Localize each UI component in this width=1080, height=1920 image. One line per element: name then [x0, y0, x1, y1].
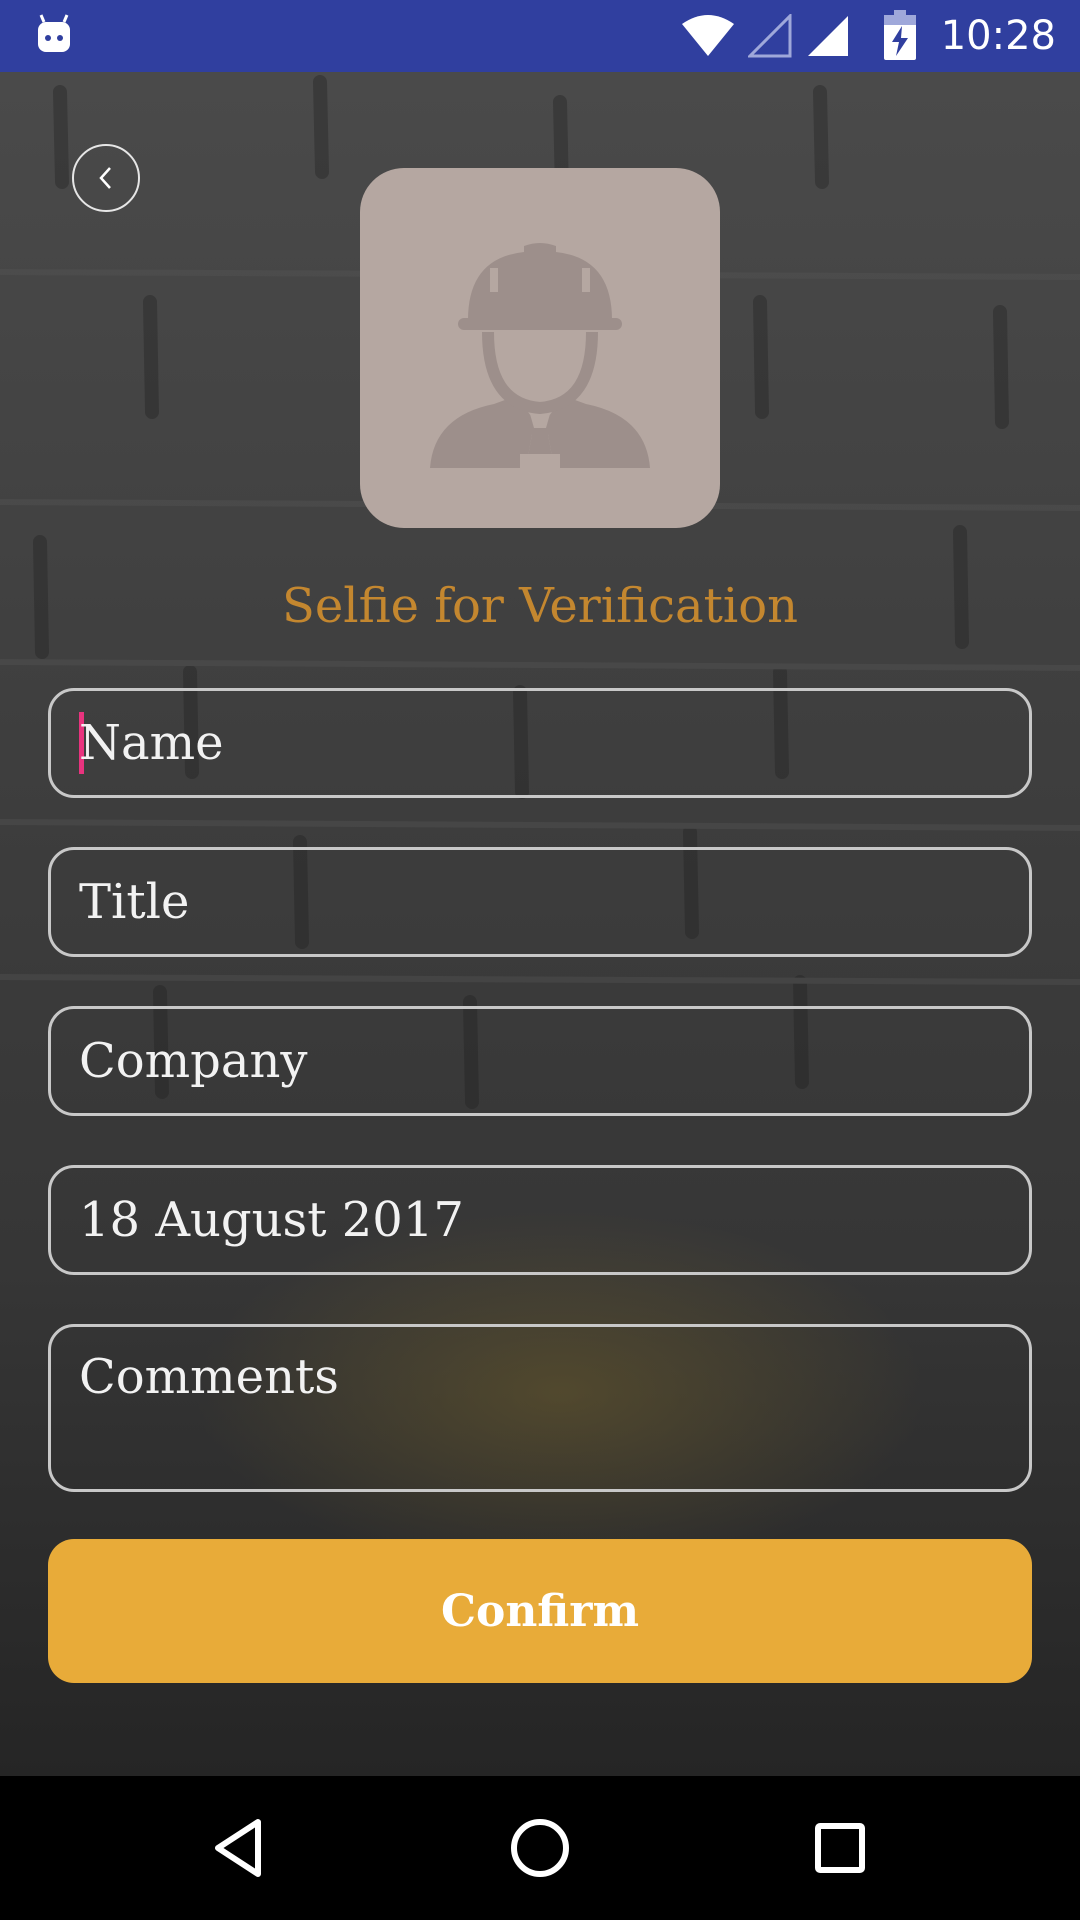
back-triangle-icon[interactable] — [204, 1812, 276, 1884]
title-placeholder: Title — [79, 874, 190, 930]
title-field[interactable]: Title — [48, 847, 1032, 957]
worker-helmet-icon — [430, 243, 650, 468]
confirm-button[interactable]: Confirm — [48, 1539, 1032, 1683]
signal-icon — [808, 16, 848, 56]
selfie-photo-placeholder[interactable] — [360, 168, 720, 528]
comments-field[interactable]: Comments — [48, 1324, 1032, 1492]
navigation-bar — [0, 1776, 1080, 1920]
comments-placeholder: Comments — [79, 1349, 339, 1405]
signal-empty-icon — [748, 14, 792, 58]
recents-square-icon[interactable] — [804, 1812, 876, 1884]
status-bar: 10:28 — [0, 0, 1080, 72]
status-time: 10:28 — [940, 13, 1056, 59]
main-content: Selfie for Verification Name Title Compa… — [0, 72, 1080, 1776]
back-button[interactable] — [72, 144, 140, 212]
android-debug-icon — [38, 14, 70, 52]
confirm-label: Confirm — [440, 1585, 640, 1637]
name-field[interactable]: Name — [48, 688, 1032, 798]
battery-charging-icon — [884, 10, 916, 60]
company-field[interactable]: Company — [48, 1006, 1032, 1116]
date-field[interactable]: 18 August 2017 — [48, 1165, 1032, 1275]
wifi-icon — [682, 15, 734, 56]
page-title: Selfie for Verification — [281, 578, 799, 634]
name-placeholder: Name — [79, 715, 224, 771]
home-circle-icon[interactable] — [504, 1812, 576, 1884]
chevron-left-icon — [99, 167, 111, 189]
date-value: 18 August 2017 — [79, 1192, 464, 1248]
company-placeholder: Company — [79, 1033, 308, 1089]
